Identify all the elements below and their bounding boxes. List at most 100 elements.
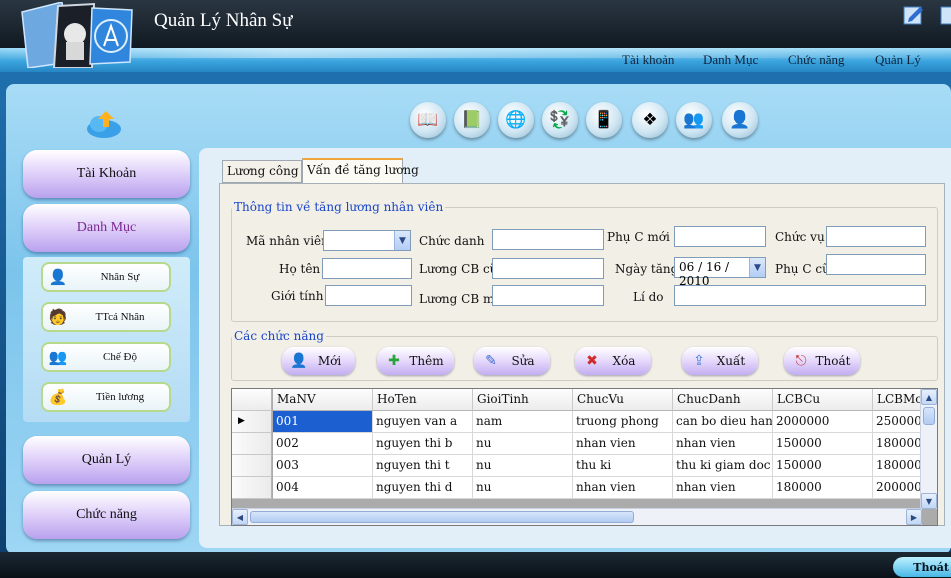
book-icon[interactable]: 📖	[410, 102, 446, 138]
horizontal-scrollbar[interactable]: ◀ ▶	[232, 508, 922, 525]
sidebar-tai-khoan-button[interactable]: Tài Khoản	[23, 150, 190, 198]
table-cell[interactable]: 003	[273, 455, 373, 477]
sidebar-item-tt-ca-nhan[interactable]: 🧑 TTcá Nhân	[41, 302, 171, 332]
vertical-scrollbar[interactable]: ▲ ▼	[920, 389, 937, 509]
table-cell[interactable]: 2000000	[773, 411, 873, 433]
scroll-down-icon[interactable]: ▼	[921, 493, 937, 509]
table-cell[interactable]: nguyen thi t	[373, 455, 473, 477]
table-cell[interactable]: nhan vien	[573, 477, 673, 499]
tab-van-de-tang-luong[interactable]: Vấn đề tăng lương	[302, 158, 419, 184]
ma-nv-combo[interactable]: ▼	[323, 230, 411, 251]
users-icon[interactable]: 👥	[676, 102, 712, 138]
table-cell[interactable]: nu	[473, 455, 573, 477]
table-cell[interactable]: nhan vien	[673, 477, 773, 499]
chuc-vu-label: Chức vụ	[775, 230, 825, 244]
footer-exit-button[interactable]: Thoát	[893, 557, 951, 577]
scroll-up-icon[interactable]: ▲	[921, 389, 937, 405]
money-icon[interactable]: 💱	[542, 102, 578, 138]
table-cell[interactable]: nguyen thi b	[373, 433, 473, 455]
sidebar-item-che-do[interactable]: 👥 Chế Độ	[41, 342, 171, 372]
chevron-down-icon[interactable]: ▼	[394, 231, 410, 250]
table-cell[interactable]: thu ki	[573, 455, 673, 477]
column-header[interactable]: GioiTinh	[473, 389, 573, 411]
table-cell[interactable]: 150000	[773, 433, 873, 455]
li-do-field[interactable]	[674, 285, 926, 306]
xoa-button[interactable]: ✖ Xóa	[575, 347, 651, 375]
menu-quan-ly[interactable]: Quản Lý	[875, 52, 921, 68]
table-cell[interactable]: can bo dieu hanh	[673, 411, 773, 433]
row-header[interactable]	[232, 455, 272, 477]
windows-icon[interactable]: ❖	[632, 102, 668, 138]
chuc-vu-field[interactable]	[826, 226, 926, 247]
table-cell[interactable]: 001	[273, 411, 373, 433]
row-header[interactable]	[232, 477, 272, 499]
scroll-right-icon[interactable]: ▶	[906, 509, 922, 525]
ho-ten-field[interactable]	[322, 258, 412, 279]
luong-cb-moi-field[interactable]	[492, 285, 604, 306]
data-grid[interactable]: MaNV HoTen GioiTinh ChucVu ChucDanh LCBCu LCBM…	[231, 388, 938, 526]
table-cell[interactable]: nu	[473, 433, 573, 455]
delete-icon: ✖	[586, 353, 598, 369]
phone-icon[interactable]: 📱	[586, 102, 622, 138]
group-icon: 👥	[48, 348, 68, 366]
table-cell[interactable]: nhan vien	[673, 433, 773, 455]
table-cell[interactable]: 150000	[773, 455, 873, 477]
phu-c-cu-label: Phụ C cũ	[775, 262, 830, 276]
table-cell[interactable]: nu	[473, 477, 573, 499]
column-header[interactable]: LCBCu	[773, 389, 873, 411]
column-header[interactable]: HoTen	[373, 389, 473, 411]
thoat-button[interactable]: ⎋ Thoát	[784, 347, 860, 375]
globe-icon[interactable]: 🌐	[498, 102, 534, 138]
luong-cb-cu-field[interactable]	[492, 258, 604, 279]
table-cell[interactable]: 004	[273, 477, 373, 499]
thoat-label: Thoát	[815, 354, 851, 368]
gioi-tinh-label: Giới tính	[271, 289, 324, 303]
ngay-tang-datepicker[interactable]: 06 / 16 / 2010 ▼	[674, 257, 766, 288]
edit-icon[interactable]	[903, 4, 925, 26]
title-bar: Quản Lý Nhân Sự	[0, 0, 951, 48]
sidebar-item-nhan-su[interactable]: 👤 Nhân Sự	[41, 262, 171, 292]
status-bar: Thoát	[0, 552, 951, 578]
sidebar-quan-ly-button[interactable]: Quản Lý	[23, 436, 190, 484]
user-icon[interactable]: 👤	[722, 102, 758, 138]
table-cell[interactable]: nam	[473, 411, 573, 433]
row-header[interactable]: ▶	[232, 411, 272, 433]
table-cell[interactable]: nhan vien	[573, 433, 673, 455]
sidebar-item-tien-luong[interactable]: 💰 Tiền lương	[41, 382, 171, 412]
table-cell[interactable]: nguyen van a	[373, 411, 473, 433]
chuc-danh-field[interactable]	[492, 229, 604, 250]
them-button[interactable]: ✚ Thêm	[377, 347, 454, 375]
sidebar-danh-muc-button[interactable]: Danh Mục	[23, 204, 190, 252]
phu-c-moi-field[interactable]	[674, 226, 766, 247]
gioi-tinh-field[interactable]	[325, 285, 412, 306]
new-user-icon: 👤	[290, 353, 308, 369]
column-header[interactable]: ChucVu	[573, 389, 673, 411]
phu-c-cu-field[interactable]	[826, 254, 926, 275]
table-cell[interactable]: 002	[273, 433, 373, 455]
moi-label: Mới	[317, 354, 342, 368]
cloud-upload-icon[interactable]	[84, 109, 124, 139]
menu-tai-khoan[interactable]: Tài khoản	[622, 52, 674, 68]
ma-nv-label: Mã nhân viên	[246, 234, 329, 248]
table-cell[interactable]: truong phong	[573, 411, 673, 433]
row-header[interactable]	[232, 433, 272, 455]
tab-luong-cong-ty[interactable]: Lương công ty	[222, 160, 314, 183]
horizontal-scroll-thumb[interactable]	[250, 511, 634, 523]
table-cell[interactable]: thu ki giam doc	[673, 455, 773, 477]
table-cell[interactable]: nguyen thi d	[373, 477, 473, 499]
column-header[interactable]: MaNV	[273, 389, 373, 411]
notes-icon[interactable]: 📗	[454, 102, 490, 138]
chuc-danh-label: Chức danh	[419, 234, 485, 248]
moi-button[interactable]: 👤 Mới	[282, 347, 355, 375]
chevron-down-icon[interactable]: ▼	[749, 258, 765, 277]
menu-chuc-nang[interactable]: Chức năng	[788, 52, 845, 68]
menu-danh-muc[interactable]: Danh Mục	[703, 52, 758, 68]
sua-button[interactable]: ✎ Sửa	[474, 347, 550, 375]
table-cell[interactable]: 180000	[773, 477, 873, 499]
vertical-scroll-thumb[interactable]	[923, 407, 935, 425]
column-header[interactable]: ChucDanh	[673, 389, 773, 411]
xuat-button[interactable]: ⇪ Xuất	[682, 347, 758, 375]
sidebar-chuc-nang-button[interactable]: Chức năng	[23, 491, 190, 539]
sidebar-item-label: TTcá Nhân	[95, 311, 145, 323]
scroll-left-icon[interactable]: ◀	[232, 509, 248, 525]
